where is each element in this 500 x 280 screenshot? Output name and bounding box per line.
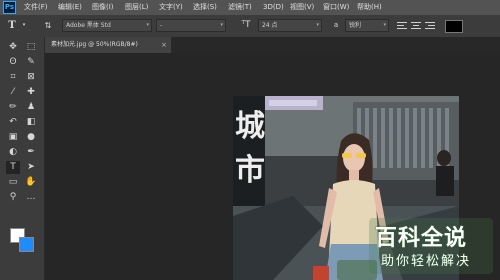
align-left-icon[interactable] [397,20,407,31]
chevron-down-icon: ▾ [316,22,319,28]
blur-tool-icon[interactable]: ● [24,131,38,144]
font-style-select[interactable]: - ▾ [156,19,226,32]
watermark: 百科全说 助你轻松解决 [369,218,493,274]
menu-file[interactable]: 文件(F) [24,0,48,15]
chevron-down-icon[interactable]: ▾ [20,19,28,32]
menu-window[interactable]: 窗口(W) [323,0,349,15]
watermark-title: 百科全说 [375,226,468,251]
shape-tool-icon[interactable]: ▭ [6,176,20,189]
path-select-tool-icon[interactable]: ➤ [24,161,38,174]
menu-image[interactable]: 图像(I) [92,0,114,15]
menu-edit[interactable]: 编辑(E) [58,0,82,15]
svg-text:城: 城 [235,109,265,144]
watermark-subtitle: 助你轻松解决 [381,254,472,269]
font-family-select[interactable]: Adobe 黑体 Std ▾ [62,19,152,32]
menu-3d[interactable]: 3D(D) [263,0,284,15]
background-color-swatch[interactable] [19,237,34,252]
eraser-tool-icon[interactable]: ◧ [24,116,38,129]
font-family-value: Adobe 黑体 Std [66,22,111,29]
anti-alias-value: 锐利 [349,22,362,29]
chevron-down-icon: ▾ [220,22,223,28]
menu-type[interactable]: 文字(Y) [159,0,183,15]
menu-layer[interactable]: 图层(L) [125,0,148,15]
document-tab[interactable]: 素材加光.jpg @ 50%(RGB/8#) × [45,37,171,53]
font-style-value: - [160,22,163,29]
anti-alias-icon: a [333,21,339,29]
healing-tool-icon[interactable]: ✚ [24,86,38,99]
menu-bar: Ps 文件(F) 编辑(E) 图像(I) 图层(L) 文字(Y) 选择(S) 滤… [0,0,500,15]
eyedropper-tool-icon[interactable]: ⁄ [6,86,20,99]
move-tool-icon[interactable]: ✥ [6,41,20,54]
crop-tool-icon[interactable]: ⌗ [6,71,20,84]
pen-tool-icon[interactable]: ✒ [24,146,38,159]
menu-help[interactable]: 帮助(H) [357,0,382,15]
font-size-icon: ᵀT [241,20,251,30]
align-right-icon[interactable] [425,20,435,31]
stamp-tool-icon[interactable]: ♟ [24,101,38,114]
chevron-down-icon: ▾ [383,22,386,28]
hand-tool-icon[interactable]: ✋ [24,176,38,189]
photoshop-logo: Ps [3,1,16,14]
chevron-down-icon: ▾ [146,22,149,28]
align-center-icon[interactable] [411,20,421,31]
menu-select[interactable]: 选择(S) [193,0,217,15]
dodge-tool-icon[interactable]: ◐ [6,146,20,159]
history-brush-icon[interactable]: ↶ [6,116,20,129]
menu-view[interactable]: 视图(V) [290,0,314,15]
text-orientation-icon[interactable]: ⇅ [42,19,54,32]
quick-select-tool-icon[interactable]: ✎ [24,56,38,69]
marquee-tool-icon[interactable]: ⬚ [24,41,38,54]
type-tool-preset-icon[interactable]: T [6,19,18,32]
more-tools-icon[interactable]: … [24,191,38,204]
frame-tool-icon[interactable]: ⊠ [24,71,38,84]
anti-alias-select[interactable]: 锐利 ▾ [345,19,389,32]
lasso-tool-icon[interactable]: ʘ [6,56,20,69]
svg-text:市: 市 [235,153,265,188]
document-tab-title: 素材加光.jpg @ 50%(RGB/8#) [51,41,138,48]
document-tab-bar: 素材加光.jpg @ 50%(RGB/8#) × [45,37,500,53]
font-size-select[interactable]: 24 点 ▾ [258,19,322,32]
brush-tool-icon[interactable]: ✏ [6,101,20,114]
menu-filter[interactable]: 滤镜(T) [228,0,252,15]
close-icon[interactable]: × [161,37,167,53]
type-tool-icon[interactable]: T [6,161,20,174]
font-size-value: 24 点 [262,22,278,29]
tools-panel: ✥ ⬚ ʘ ✎ ⌗ ⊠ ⁄ ✚ ✏ ♟ ↶ ◧ ▣ ● ◐ ✒ T ➤ ▭ ✋ ⚲ … [0,37,45,280]
options-bar: T ▾ ⇅ Adobe 黑体 Std ▾ - ▾ ᵀT 24 点 ▾ a 锐利 … [0,15,500,38]
zoom-tool-icon[interactable]: ⚲ [6,191,20,204]
gradient-tool-icon[interactable]: ▣ [6,131,20,144]
text-color-swatch[interactable] [445,20,463,33]
